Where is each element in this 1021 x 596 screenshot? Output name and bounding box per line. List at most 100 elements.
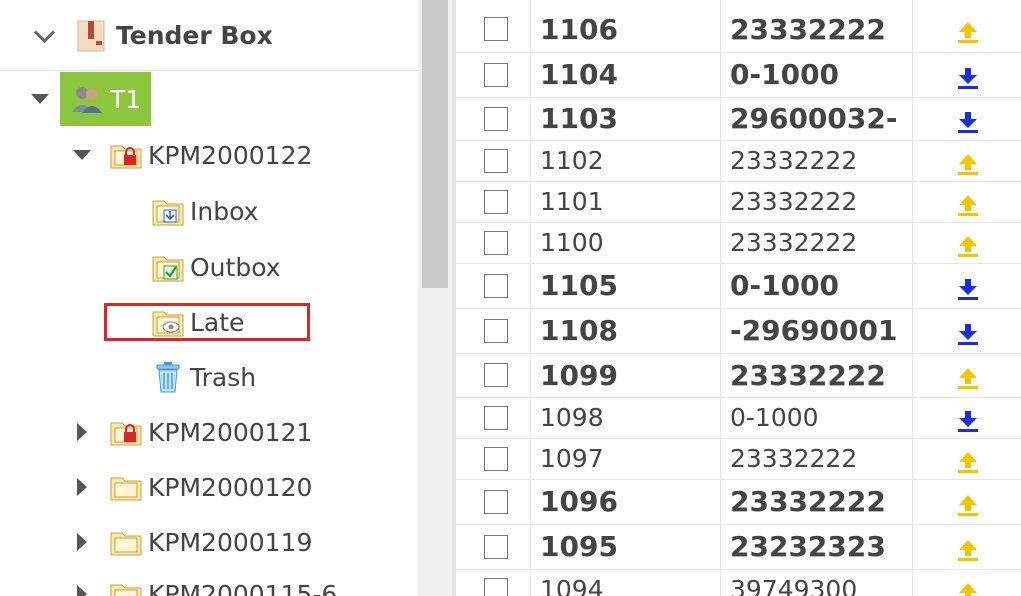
row-id-cell: 1103 [540,102,618,135]
row-checkbox[interactable] [484,106,508,131]
tree-root-label: Tender Box [116,20,273,50]
row-value-cell: 23232323 [730,530,886,563]
download-arrow-icon[interactable] [956,277,980,303]
upload-arrow-icon[interactable] [956,538,980,564]
row-id-cell: 1104 [540,58,618,91]
tree-node-kpm2000115[interactable]: KPM2000115-6 [72,574,337,596]
table-row[interactable]: 1094 39749300 [456,569,1021,596]
row-checkbox[interactable] [484,189,508,214]
caret-down-icon[interactable] [30,89,50,109]
tree-root-tender-box[interactable]: Tender Box [33,15,273,55]
row-checkbox[interactable] [484,446,508,471]
row-id-cell: 1099 [540,358,618,392]
row-checkbox[interactable] [484,489,508,514]
upload-arrow-icon[interactable] [956,234,980,260]
upload-arrow-icon[interactable] [956,493,980,519]
folder-tree: Tender Box T1 KPM2000122 Inbox Outbox La… [0,0,418,596]
users-icon [70,84,104,114]
upload-arrow-icon[interactable] [956,193,980,219]
row-value-cell: 23332222 [730,228,858,257]
table-row[interactable]: 1100 23332222 [456,222,1021,264]
row-checkbox[interactable] [484,318,508,343]
caret-right-icon[interactable] [72,422,92,442]
row-id-cell: 1095 [540,530,618,563]
upload-arrow-icon[interactable] [956,450,980,476]
row-id-cell: 1098 [540,403,604,432]
tree-node-kpm2000122[interactable]: KPM2000122 [72,135,312,175]
chevron-down-icon[interactable] [33,21,55,45]
table-row[interactable]: 1103 29600032- [456,97,1021,141]
row-checkbox[interactable] [484,577,508,596]
tender-box-icon [76,17,108,53]
table-row[interactable]: 1108 -29690001 [456,308,1021,354]
row-value-cell: 0-1000 [730,58,840,91]
caret-right-icon[interactable] [72,584,92,596]
download-arrow-icon[interactable] [956,409,980,435]
row-id-cell: 1100 [540,228,604,257]
download-arrow-icon[interactable] [956,110,980,136]
message-grid: 1106 23332222 1104 0-1000 1103 29600032- 1102 2… [456,0,1021,596]
table-row[interactable]: 1102 23332222 [456,140,1021,182]
upload-arrow-icon[interactable] [956,366,980,392]
row-value-cell: 23332222 [730,444,858,473]
tree-node-trash[interactable]: Trash [152,357,256,397]
folder-icon [110,580,142,596]
tree-node-label: Inbox [190,196,259,226]
row-value-cell: 39749300 [730,575,858,596]
row-checkbox[interactable] [484,363,508,387]
table-row[interactable]: 1099 23332222 [456,353,1021,398]
row-checkbox[interactable] [484,273,508,298]
tree-scrollbar[interactable] [418,0,452,596]
row-value-cell: 23332222 [730,358,886,392]
caret-right-icon[interactable] [72,477,92,497]
row-id-cell: 1096 [540,485,618,518]
outbox-folder-icon [152,252,184,282]
tree-scrollbar-thumb[interactable] [422,0,448,288]
row-checkbox[interactable] [484,17,508,41]
download-arrow-icon[interactable] [956,322,980,348]
row-checkbox[interactable] [484,230,508,255]
row-checkbox[interactable] [484,534,508,559]
tree-node-outbox[interactable]: Outbox [152,247,281,287]
row-value-cell: 23332222 [730,187,858,216]
upload-arrow-icon[interactable] [956,581,980,596]
table-row[interactable]: 1106 23332222 [456,6,1021,53]
tree-node-inbox[interactable]: Inbox [152,191,258,231]
row-id-cell: 1102 [540,146,604,175]
tree-node-kpm2000119[interactable]: KPM2000119 [72,522,312,562]
table-row[interactable]: 1101 23332222 [456,181,1021,223]
table-row[interactable]: 1105 0-1000 [456,263,1021,309]
download-arrow-icon[interactable] [956,66,980,92]
user-label: T1 [110,84,142,114]
row-id-cell: 1097 [540,444,604,473]
row-value-cell: 29600032- [730,102,898,135]
row-value-cell: 23332222 [730,485,886,518]
tree-node-label: KPM2000115-6 [148,579,338,596]
row-value-cell: 0-1000 [730,403,819,432]
row-id-cell: 1101 [540,187,604,216]
table-row[interactable]: 1104 0-1000 [456,52,1021,98]
caret-right-icon[interactable] [72,532,92,552]
row-checkbox[interactable] [484,405,508,430]
row-id-cell: 1094 [540,575,604,596]
row-checkbox[interactable] [484,62,508,87]
upload-arrow-icon[interactable] [956,152,980,178]
upload-arrow-icon[interactable] [956,20,980,46]
table-row[interactable]: 1096 23332222 [456,479,1021,525]
table-row[interactable]: 1097 23332222 [456,438,1021,480]
row-checkbox[interactable] [484,148,508,173]
tree-node-label: Outbox [190,252,281,282]
table-row[interactable]: 1095 23232323 [456,524,1021,570]
locked-folder-icon [110,418,142,446]
trash-icon [152,361,184,393]
inbox-folder-icon [152,196,184,226]
tree-node-kpm2000121[interactable]: KPM2000121 [72,412,312,452]
table-row[interactable]: 1098 0-1000 [456,397,1021,439]
caret-down-icon[interactable] [72,145,92,165]
folder-icon [110,473,142,501]
tree-user-t1[interactable]: T1 [30,72,152,126]
row-id-cell: 1108 [540,314,618,347]
tree-node-label: KPM2000120 [148,472,313,502]
tree-node-kpm2000120[interactable]: KPM2000120 [72,467,312,507]
user-node-highlight[interactable]: T1 [60,72,152,126]
